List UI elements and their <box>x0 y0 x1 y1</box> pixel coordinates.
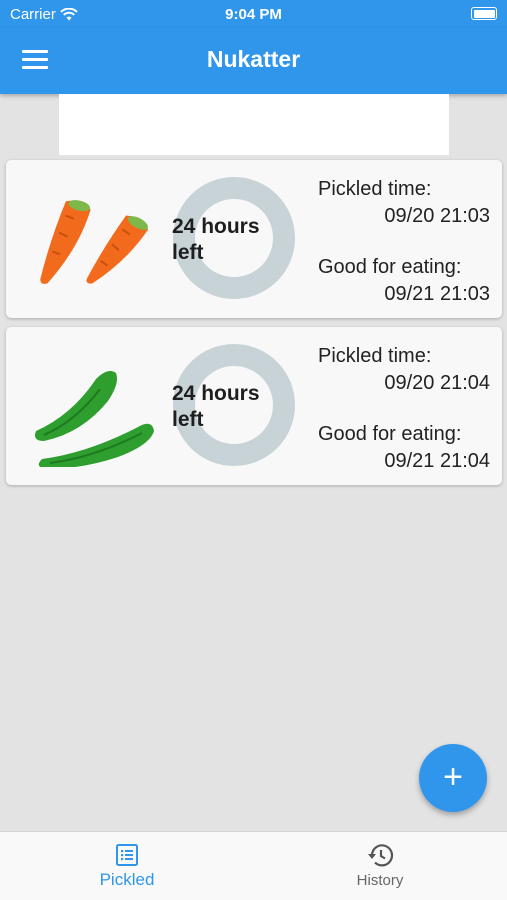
list-icon <box>116 844 138 866</box>
app-title: Nukatter <box>206 46 301 72</box>
pickle-info: Pickled time: 09/20 21:03 Good for eatin… <box>318 176 494 308</box>
ad-banner[interactable] <box>59 94 449 155</box>
pickled-time-value: 09/20 21:03 <box>384 205 490 227</box>
pickled-time-label: Pickled time: <box>318 345 432 367</box>
pickled-time-value: 09/20 21:04 <box>384 372 490 394</box>
nav-label-pickled: Pickled <box>99 870 155 889</box>
nav-label-history: History <box>356 872 404 889</box>
nav-item-pickled[interactable]: Pickled <box>52 842 202 890</box>
bottom-nav: Pickled History <box>0 831 507 900</box>
carrot-icon <box>40 200 149 284</box>
cucumber-icon <box>35 371 154 467</box>
add-button[interactable]: + <box>419 744 487 812</box>
pickle-card[interactable]: 24 hours left Pickled time: 09/20 21:03 … <box>6 160 502 318</box>
nav-item-history[interactable]: History <box>305 842 455 889</box>
pickle-card[interactable]: 24 hours left Pickled time: 09/20 21:04 … <box>6 327 502 485</box>
status-bar: Carrier 9:04 PM <box>0 0 507 28</box>
history-icon <box>368 844 394 867</box>
battery-icon <box>471 7 497 20</box>
remaining-time: 24 hours left <box>172 215 260 264</box>
pickled-time-label: Pickled time: <box>318 178 432 200</box>
good-for-eating-value: 09/21 21:03 <box>384 283 490 305</box>
good-for-eating-label: Good for eating: <box>318 256 462 278</box>
good-for-eating-label: Good for eating: <box>318 423 462 445</box>
app-bar: Nukatter <box>0 28 507 94</box>
menu-icon[interactable] <box>22 50 48 72</box>
remaining-time: 24 hours left <box>172 382 260 431</box>
clock: 9:04 PM <box>225 6 282 23</box>
good-for-eating-value: 09/21 21:04 <box>384 450 490 472</box>
pickle-info: Pickled time: 09/20 21:04 Good for eatin… <box>318 343 494 475</box>
